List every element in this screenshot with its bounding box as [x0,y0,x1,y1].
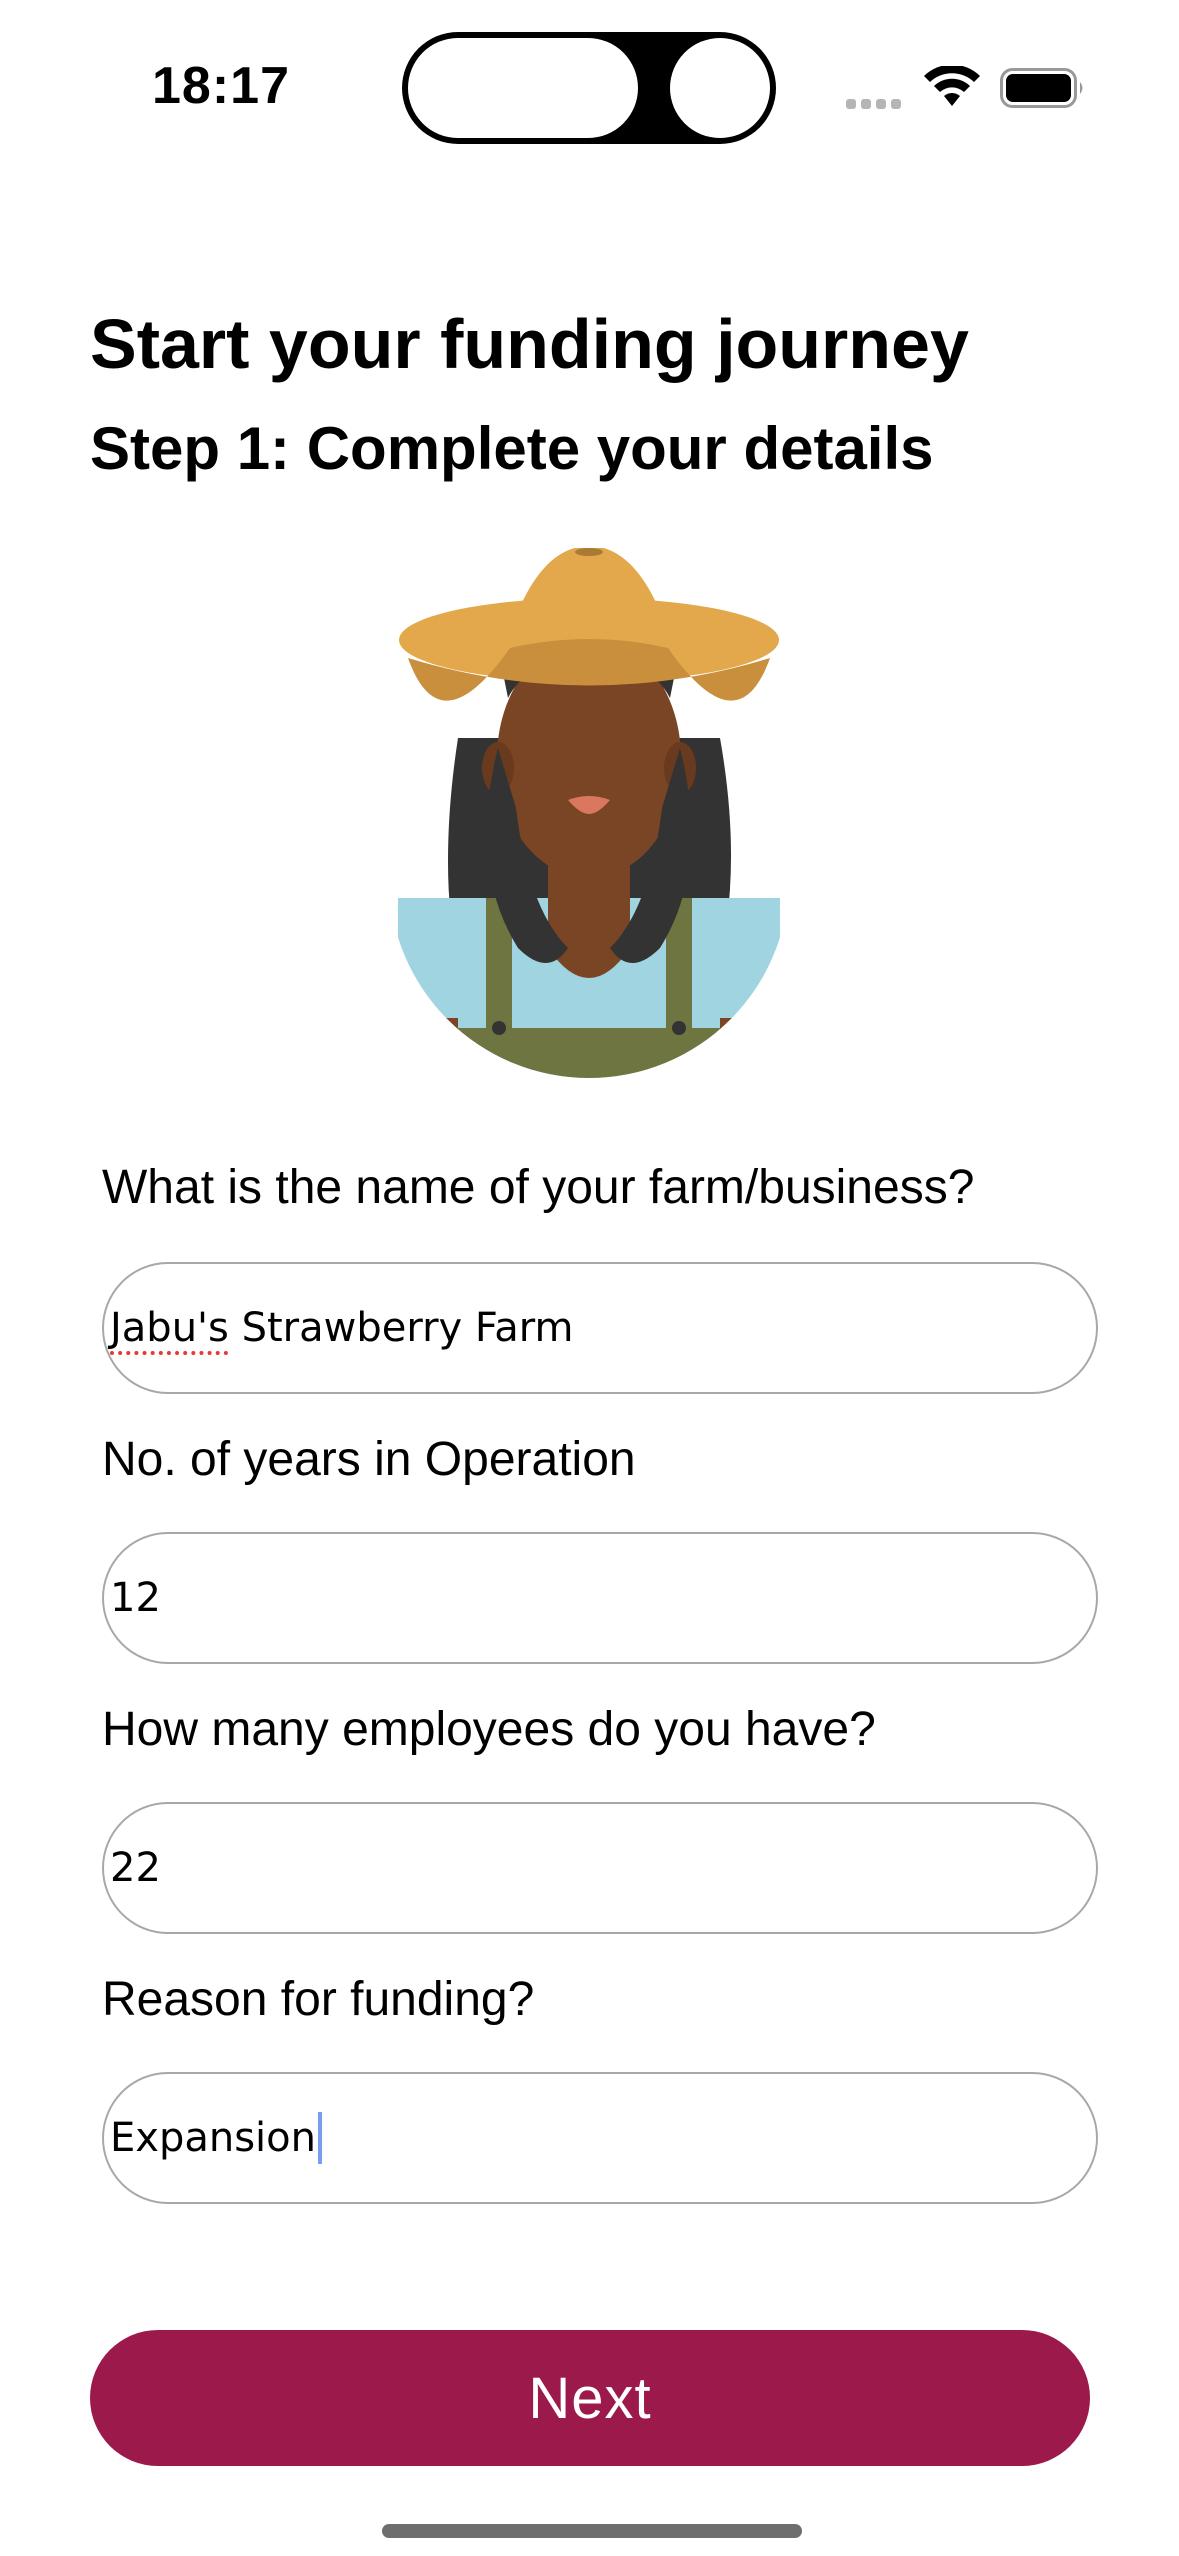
years-label: No. of years in Operation [102,1433,636,1486]
years-field[interactable]: 12 [102,1532,1098,1664]
farm-name-value: Strawberry Farm [228,1305,574,1351]
employees-value: 22 [110,1845,161,1891]
home-indicator[interactable] [382,2524,802,2538]
reason-label: Reason for funding? [102,1973,535,2026]
farm-name-field[interactable]: Jabu's Strawberry Farm [102,1262,1098,1394]
employees-field[interactable]: 22 [102,1802,1098,1934]
status-time: 18:17 [152,57,290,115]
farmer-avatar [398,546,780,1078]
page-title: Start your funding journey [90,305,969,383]
years-value: 12 [110,1575,161,1621]
battery-icon [1000,68,1086,113]
employees-label: How many employees do you have? [102,1703,876,1756]
farm-name-misspelled-word: Jabu's [110,1305,229,1351]
text-caret [317,2112,322,2164]
signal-dots-icon [846,96,906,114]
dynamic-island [402,32,776,144]
reason-field[interactable]: Expansion [102,2072,1098,2204]
page-subtitle: Step 1: Complete your details [90,415,934,482]
reason-value: Expansion [110,2115,316,2161]
wifi-icon [924,64,980,113]
next-button[interactable]: Next [90,2330,1090,2466]
farm-name-label: What is the name of your farm/business? [102,1161,975,1214]
